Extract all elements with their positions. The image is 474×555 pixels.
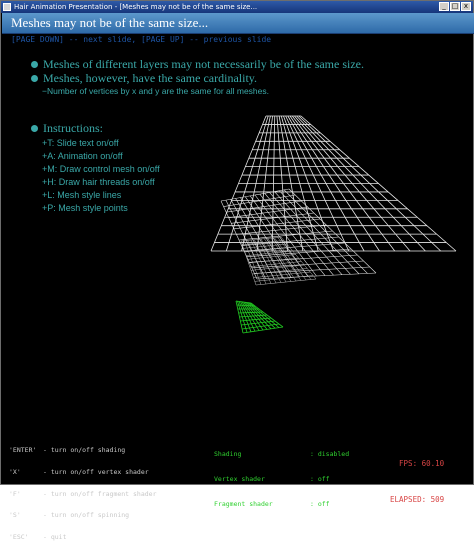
slide-header: Meshes may not be of the same size... (2, 13, 474, 34)
slide-navigation-hint: [PAGE DOWN] -- next slide, [PAGE UP] -- … (11, 35, 272, 44)
bullet-text: Meshes of different layers may not neces… (43, 57, 364, 71)
slide-title: Meshes may not be of the same size... (11, 15, 209, 30)
performance-stats: FPS: 60.10 ELAPSED: 509 (390, 434, 444, 530)
bullet-dot-icon (31, 61, 38, 68)
key-label: 'ENTER' (9, 446, 37, 455)
status-row: Shading : disabled (214, 450, 349, 458)
key-help-row: 'S' - turn on/off spinning (9, 512, 157, 519)
status-label: Shading (214, 449, 242, 458)
key-label: 'ESC' (9, 532, 29, 541)
key-help: 'ENTER' - turn on/off shading 'X' - turn o… (9, 433, 157, 555)
key-help-row: 'ESC' - quit (9, 532, 157, 541)
sub-bullet-text: −Number of vertices by x and y are the s… (42, 86, 270, 96)
maximize-button[interactable]: □ (450, 2, 460, 11)
bullet-text: Meshes, however, have the same cardinali… (43, 71, 257, 85)
key-desc: - quit (43, 532, 67, 541)
mesh-line (254, 266, 370, 274)
window-title: Hair Animation Presentation - [Meshes ma… (14, 3, 258, 11)
status-value: : off (310, 475, 330, 484)
status-label: Fragment shader (214, 500, 273, 509)
key-desc: - turn on/off spinning (43, 511, 130, 520)
status-label: Vertex shader (214, 475, 265, 484)
close-button[interactable]: x (461, 2, 471, 11)
mesh-line (251, 260, 364, 269)
instructions-title: Instructions: (43, 121, 103, 135)
status-value: : off (310, 500, 330, 509)
status-row: Fragment shader : off (214, 500, 349, 508)
status-value: : disabled (310, 449, 350, 458)
mesh-viewport (210, 115, 457, 334)
mesh-line (223, 194, 296, 207)
bullet-dot-icon (31, 125, 38, 132)
key-desc: - turn on/off fragment shader (43, 489, 157, 498)
mesh-line (226, 200, 302, 213)
bullet-item: Meshes, however, have the same cardinali… (31, 71, 364, 85)
mesh-layer-green (235, 300, 284, 334)
key-label: 'F' (9, 489, 21, 498)
app-window: Hair Animation Presentation - [Meshes ma… (0, 0, 474, 541)
bullet-item: Meshes of different layers may not neces… (31, 57, 364, 71)
fps-readout: FPS: 60.10 (399, 459, 445, 468)
key-label: 'S' (9, 511, 21, 520)
mesh-line (220, 188, 290, 202)
app-icon (3, 3, 11, 11)
key-desc: - turn on/off vertex shader (43, 468, 149, 477)
status-row: Vertex shader : off (214, 475, 349, 483)
bullet-dot-icon (31, 75, 38, 82)
key-help-row: 'X' - turn on/off vertex shader (9, 468, 157, 477)
mesh-line (256, 272, 377, 280)
title-bar: Hair Animation Presentation - [Meshes ma… (1, 1, 473, 13)
render-status: Shading : disabled Vertex shader : off Fra… (214, 433, 349, 525)
key-help-row: 'F' - turn on/off fragment shader (9, 489, 157, 498)
key-help-row: 'ENTER' - turn on/off shading (9, 447, 157, 454)
minimize-button[interactable]: _ (439, 2, 449, 11)
elapsed-readout: ELAPSED: 509 (390, 495, 445, 504)
key-label: 'X' (9, 468, 21, 477)
key-desc: - turn on/off shading (43, 446, 126, 455)
